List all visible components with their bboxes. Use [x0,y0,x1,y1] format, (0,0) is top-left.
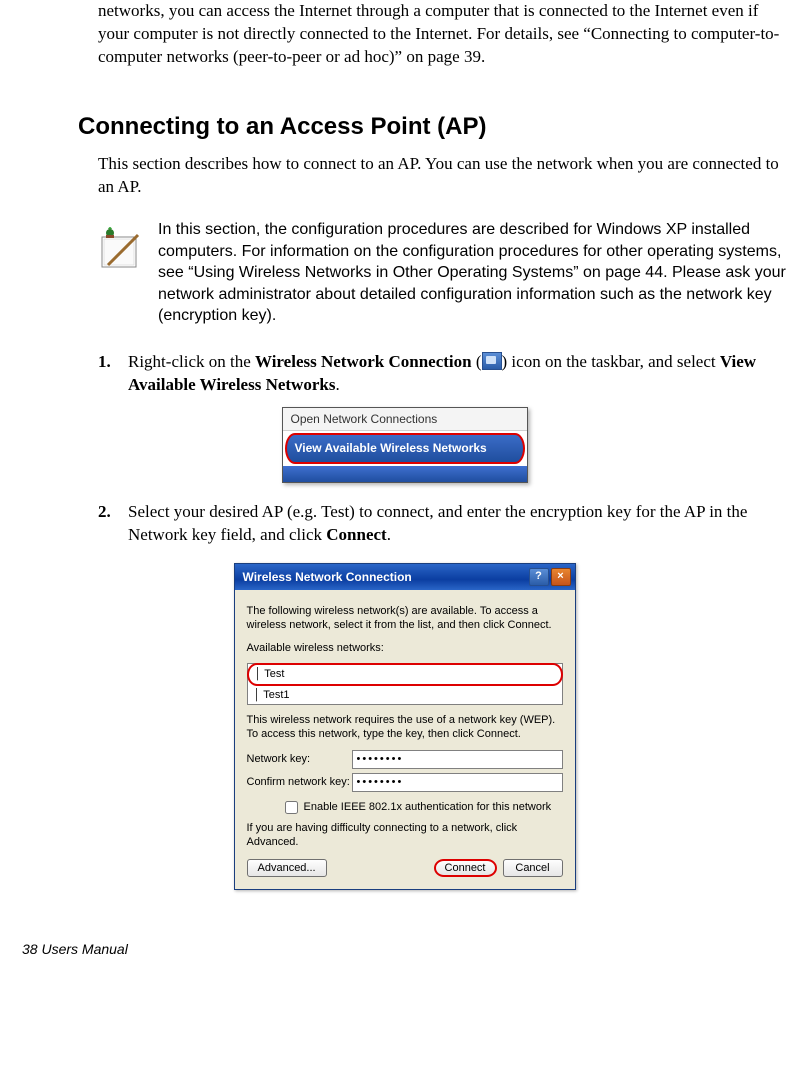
advanced-button[interactable]: Advanced... [247,859,327,877]
cancel-button[interactable]: Cancel [503,859,563,877]
wireless-dialog: Wireless Network Connection ? × The foll… [234,563,576,890]
network-item-test[interactable]: │ Test [247,663,563,686]
step-2: 2. Select your desired AP (e.g. Test) to… [98,501,789,547]
dialog-titlebar: Wireless Network Connection ? × [235,564,575,590]
step-bold: Connect [326,525,386,544]
network-key-input[interactable] [352,750,563,769]
step-text: . [335,375,339,394]
confirm-key-label: Confirm network key: [247,775,352,790]
step-bold: Wireless Network Connection [255,352,472,371]
ieee-checkbox[interactable] [285,801,298,814]
note-icon [98,223,144,278]
step-text: ( [472,352,482,371]
page-footer: 38 Users Manual [20,940,789,959]
dialog-desc2: This wireless network requires the use o… [247,713,563,742]
network-key-field: Network key: [247,750,563,769]
network-item-test1[interactable]: │ Test1 [248,686,562,705]
step-number: 1. [98,351,128,397]
network-key-label: Network key: [247,752,352,767]
menu-item-open-connections[interactable]: Open Network Connections [283,408,527,431]
step-1: 1. Right-click on the Wireless Network C… [98,351,789,397]
list-label: Available wireless networks: [247,641,563,655]
context-menu-figure: Open Network Connections View Available … [282,407,528,483]
confirm-key-input[interactable] [352,773,563,792]
note-block: In this section, the configuration proce… [98,219,789,327]
step-body: Select your desired AP (e.g. Test) to co… [128,501,789,547]
dialog-desc: The following wireless network(s) are av… [247,604,563,633]
step-text: Select your desired AP (e.g. Test) to co… [128,502,747,544]
step-number: 2. [98,501,128,547]
dialog-title: Wireless Network Connection [243,569,412,585]
note-text: In this section, the configuration proce… [158,219,789,327]
close-button[interactable]: × [551,568,571,586]
step-text: . [387,525,391,544]
network-listbox[interactable]: │ Test │ Test1 [247,663,563,705]
dialog-desc3: If you are having difficulty connecting … [247,821,563,850]
wireless-connection-icon [482,352,502,370]
step-text: Right-click on the [128,352,255,371]
help-button[interactable]: ? [529,568,549,586]
ieee-checkbox-row: Enable IEEE 802.1x authentication for th… [281,798,563,817]
section-intro: This section describes how to connect to… [98,153,789,199]
taskbar-tray [283,466,527,482]
section-heading: Connecting to an Access Point (AP) [78,111,789,143]
confirm-key-field: Confirm network key: [247,773,563,792]
step-body: Right-click on the Wireless Network Conn… [128,351,789,397]
intro-paragraph: networks, you can access the Internet th… [98,0,789,69]
step-text: ) icon on the taskbar, and select [502,352,720,371]
connect-button[interactable]: Connect [434,859,497,877]
menu-item-view-networks[interactable]: View Available Wireless Networks [285,433,525,464]
ieee-checkbox-label: Enable IEEE 802.1x authentication for th… [304,800,552,815]
